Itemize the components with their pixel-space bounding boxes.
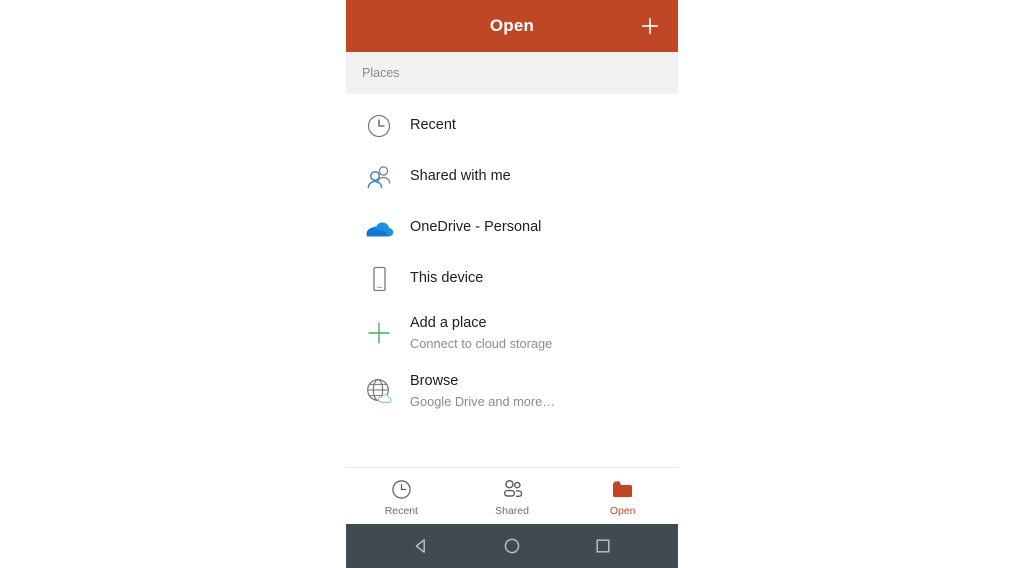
home-circle-icon[interactable]	[495, 529, 529, 563]
places-section-header: Places	[346, 52, 678, 94]
app-bar: Open	[346, 0, 678, 52]
list-item-text: OneDrive - Personal	[410, 218, 541, 238]
list-item-subtitle: Connect to cloud storage	[410, 335, 553, 351]
list-item-subtitle: Google Drive and more…	[410, 393, 556, 409]
list-item-recent[interactable]: Recent	[346, 100, 678, 151]
tab-label: Open	[609, 505, 636, 517]
list-item-text: Browse Google Drive and more…	[410, 372, 555, 410]
tab-shared[interactable]: Shared	[457, 468, 568, 524]
back-triangle-icon[interactable]	[404, 529, 438, 563]
list-item-add-a-place[interactable]: Add a place Connect to cloud storage	[346, 304, 678, 362]
bottom-tab-bar: Recent Shared Open	[346, 467, 678, 524]
list-item-text: Recent	[410, 116, 456, 136]
places-list: Recent Shared with me OneDrive - Persona…	[346, 94, 678, 467]
plus-icon	[362, 316, 396, 350]
list-item-title: Recent	[410, 116, 456, 133]
list-item-shared-with-me[interactable]: Shared with me	[346, 151, 678, 202]
recents-square-icon[interactable]	[586, 529, 620, 563]
list-item-title: This device	[410, 269, 484, 286]
screenshot-canvas: Open Places Recent Shared with me OneDri…	[0, 0, 1024, 568]
onedrive-cloud-icon	[362, 211, 396, 245]
list-item-title: Browse	[410, 373, 459, 390]
tab-recent[interactable]: Recent	[346, 468, 457, 524]
tab-open[interactable]: Open	[567, 468, 678, 524]
page-title: Open	[489, 16, 535, 35]
list-item-text: Shared with me	[410, 167, 511, 187]
places-section-label: Places	[362, 66, 400, 80]
people-icon	[501, 477, 524, 501]
phone-icon	[362, 262, 396, 296]
people-icon	[362, 160, 396, 194]
globe-cloud-icon	[362, 374, 396, 408]
clock-icon	[362, 109, 396, 143]
phone-screen: Open Places Recent Shared with me OneDri…	[346, 0, 678, 568]
list-item-text: This device	[410, 269, 483, 289]
folder-icon	[611, 477, 634, 501]
list-item-title: OneDrive - Personal	[410, 218, 542, 235]
list-item-title: Add a place	[410, 315, 487, 332]
list-item-onedrive-personal[interactable]: OneDrive - Personal	[346, 202, 678, 253]
tab-label: Recent	[384, 505, 418, 517]
plus-icon[interactable]	[636, 12, 664, 40]
list-item-this-device[interactable]: This device	[346, 253, 678, 304]
list-item-title: Shared with me	[410, 167, 511, 184]
tab-label: Shared	[495, 505, 529, 517]
list-item-text: Add a place Connect to cloud storage	[410, 314, 552, 352]
android-nav-bar	[346, 524, 678, 568]
clock-icon	[391, 477, 412, 501]
list-item-browse[interactable]: Browse Google Drive and more…	[346, 362, 678, 420]
